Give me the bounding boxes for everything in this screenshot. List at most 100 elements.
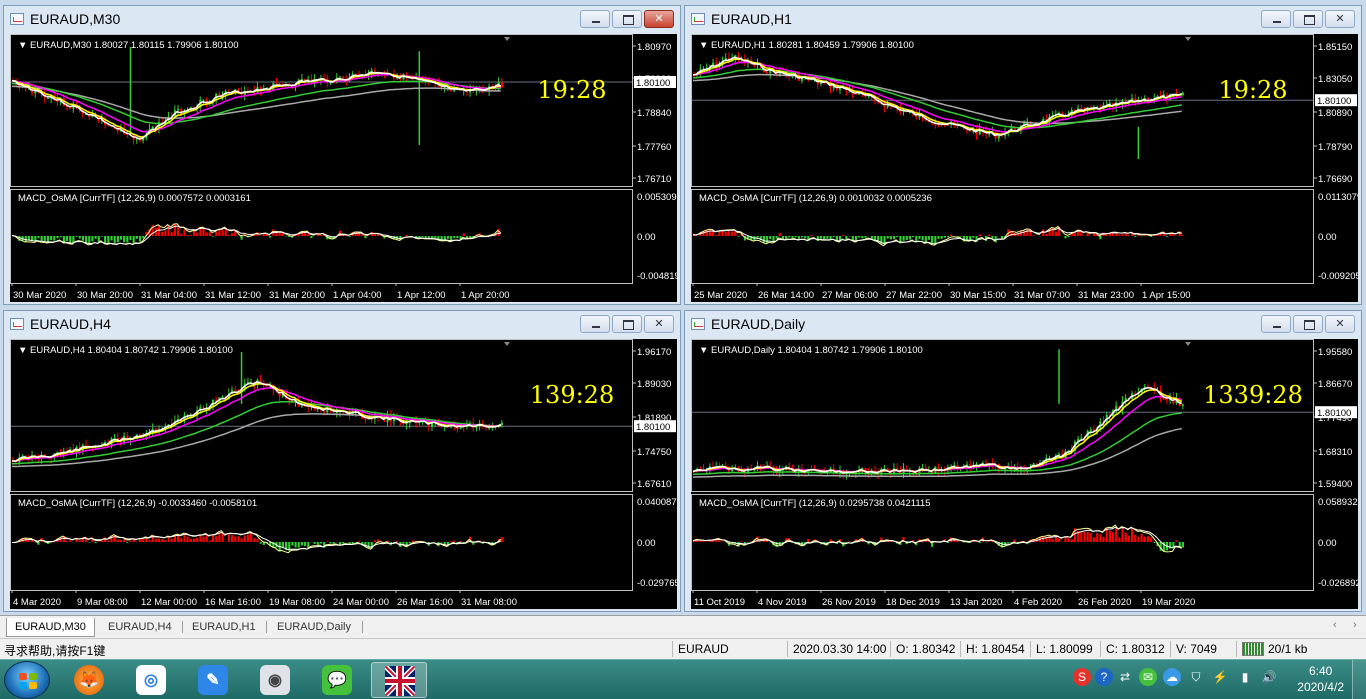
symbol-info-label: ▼ EURAUD,M30 1.80027 1.80115 1.79906 1.8…: [18, 40, 239, 51]
power-icon[interactable]: ⚡: [1211, 668, 1229, 686]
volume-icon[interactable]: 🔊: [1260, 668, 1278, 686]
chart-area[interactable]: ▼ EURAUD,H1 1.80281 1.80459 1.79906 1.80…: [691, 34, 1358, 302]
tab-euraud-h4[interactable]: EURAUD,H4: [100, 618, 180, 637]
macd-histogram-bar: [453, 236, 456, 239]
connection-bars-icon[interactable]: [1242, 642, 1264, 656]
time-axis-label: 27 Mar 06:00: [822, 290, 878, 301]
chart-window-h1[interactable]: EURAUD,H1 ▼ EURAUD,H1 1.80281 1.80459 1.…: [684, 5, 1362, 305]
macd-histogram-bar: [943, 236, 946, 238]
current-price-label: 1.80100: [636, 422, 670, 433]
tab-scroll-right-icon[interactable]: ›: [1353, 619, 1357, 631]
taskbar-wechat[interactable]: 💬: [309, 662, 365, 698]
desktop: EURAUD,M30 ▼ EURAUD,M30 1.80027 1.80115 …: [0, 0, 1366, 699]
sogou-input-icon[interactable]: S: [1073, 668, 1091, 686]
macd-histogram-bar: [129, 540, 132, 542]
time-axis-label: 1 Apr 15:00: [1142, 290, 1191, 301]
macd-histogram-bar: [469, 236, 472, 238]
current-price-label: 1.80100: [1317, 408, 1351, 419]
symbol-info-label: ▼ EURAUD,H4 1.80404 1.80742 1.79906 1.80…: [18, 345, 233, 356]
maximize-button[interactable]: [1293, 10, 1323, 28]
macd-histogram-bar: [56, 236, 59, 239]
macd-histogram-bar: [842, 235, 845, 236]
maximize-button[interactable]: [1293, 315, 1323, 333]
taskbar-clock[interactable]: 6:40 2020/4/2: [1297, 663, 1344, 695]
macd-histogram-bar: [1105, 234, 1108, 236]
macd-histogram-bar: [1181, 235, 1184, 236]
window-titlebar[interactable]: EURAUD,Daily: [685, 311, 1361, 337]
macd-histogram-bar: [1118, 537, 1121, 542]
maximize-button[interactable]: [612, 315, 642, 333]
macd-histogram-bar: [148, 540, 151, 542]
chart-area[interactable]: ▼ EURAUD,M30 1.80027 1.80115 1.79906 1.8…: [10, 34, 677, 302]
macd-histogram-bar: [1051, 539, 1054, 542]
close-button[interactable]: [644, 315, 674, 333]
time-axis-label: 26 Nov 2019: [822, 597, 876, 608]
cloud-tray-icon[interactable]: ☁: [1163, 668, 1181, 686]
macd-histogram-bar: [199, 535, 202, 542]
taskbar-notes-app[interactable]: ✎: [185, 662, 241, 698]
maximize-button[interactable]: [612, 10, 642, 28]
minimize-button[interactable]: [1261, 315, 1291, 333]
network-share-icon[interactable]: ⇄: [1116, 668, 1134, 686]
macd-histogram-bar: [100, 540, 104, 542]
macd-histogram-bar: [832, 236, 835, 238]
close-button[interactable]: [1325, 315, 1355, 333]
tab-euraud-h1[interactable]: EURAUD,H1: [184, 618, 264, 637]
macd-histogram-bar: [769, 236, 772, 240]
macd-histogram-bar: [908, 236, 912, 240]
chart-area[interactable]: ▼ EURAUD,Daily 1.80404 1.80742 1.79906 1…: [691, 339, 1358, 609]
price-axis-label: 1.86670: [1318, 379, 1352, 390]
taskbar-baidu-netdisk[interactable]: ◎: [123, 662, 179, 698]
start-button[interactable]: [4, 661, 50, 699]
window-titlebar[interactable]: EURAUD,H1: [685, 6, 1361, 32]
status-volume: V: 7049: [1176, 642, 1217, 656]
shield-icon[interactable]: ⛉: [1187, 668, 1205, 686]
macd-histogram-bar: [800, 236, 804, 238]
macd-histogram-bar: [1058, 538, 1061, 542]
wechat-tray-icon[interactable]: ✉: [1139, 668, 1157, 686]
minimize-button[interactable]: [1261, 10, 1291, 28]
macd-histogram-bar: [319, 234, 323, 236]
macd-histogram-bar: [208, 540, 211, 542]
tab-euraud-daily[interactable]: EURAUD,Daily: [269, 618, 359, 637]
macd-histogram-bar: [278, 233, 281, 236]
window-title: EURAUD,H4: [30, 316, 111, 332]
close-button[interactable]: [1325, 10, 1355, 28]
taskbar-fox-browser[interactable]: 🦊: [61, 662, 117, 698]
candle-body: [300, 405, 304, 407]
chart-svg: ▼ EURAUD,M30 1.80027 1.80115 1.79906 1.8…: [10, 34, 677, 301]
show-desktop-button[interactable]: [1352, 660, 1366, 699]
macd-histogram-bar: [291, 542, 294, 546]
macd-histogram-bar: [740, 541, 743, 542]
tab-scroll-left-icon[interactable]: ‹: [1333, 619, 1337, 631]
help-icon[interactable]: ?: [1095, 668, 1113, 686]
chart-area[interactable]: ▼ EURAUD,H4 1.80404 1.80742 1.79906 1.80…: [10, 339, 677, 609]
macd-histogram-bar: [177, 535, 180, 542]
camera-icon: ◉: [260, 665, 290, 695]
taskbar-camera-app[interactable]: ◉: [247, 662, 303, 698]
chart-window-h4[interactable]: EURAUD,H4 ▼ EURAUD,H4 1.80404 1.80742 1.…: [3, 310, 681, 612]
macd-histogram-bar: [202, 536, 205, 542]
chart-window-m30[interactable]: EURAUD,M30 ▼ EURAUD,M30 1.80027 1.80115 …: [3, 5, 681, 305]
time-axis-label: 12 Mar 00:00: [141, 597, 197, 608]
macd-histogram-bar: [94, 236, 97, 239]
chart-window-daily[interactable]: EURAUD,Daily ▼ EURAUD,Daily 1.80404 1.80…: [684, 310, 1362, 612]
taskbar-metatrader[interactable]: [371, 662, 427, 698]
time-axis-label: 27 Mar 22:00: [886, 290, 942, 301]
status-separator: [1170, 641, 1171, 657]
window-titlebar[interactable]: EURAUD,H4: [4, 311, 680, 337]
candle-body: [1080, 438, 1083, 440]
macd-histogram-bar: [158, 226, 161, 236]
price-axis-label: 1.80970: [637, 42, 671, 53]
close-button[interactable]: [644, 10, 674, 28]
chart-window-icon: [691, 13, 705, 25]
macd-histogram-bar: [211, 236, 215, 237]
minimize-button[interactable]: [580, 315, 610, 333]
macd-histogram-bar: [100, 236, 104, 237]
macd-histogram-bar: [724, 232, 727, 236]
window-titlebar[interactable]: EURAUD,M30: [4, 6, 680, 32]
minimize-button[interactable]: [580, 10, 610, 28]
network-signal-icon[interactable]: ▮: [1236, 668, 1254, 686]
tab-euraud-m30[interactable]: EURAUD,M30: [6, 618, 95, 637]
price-axis-label: 1.76710: [637, 174, 671, 185]
